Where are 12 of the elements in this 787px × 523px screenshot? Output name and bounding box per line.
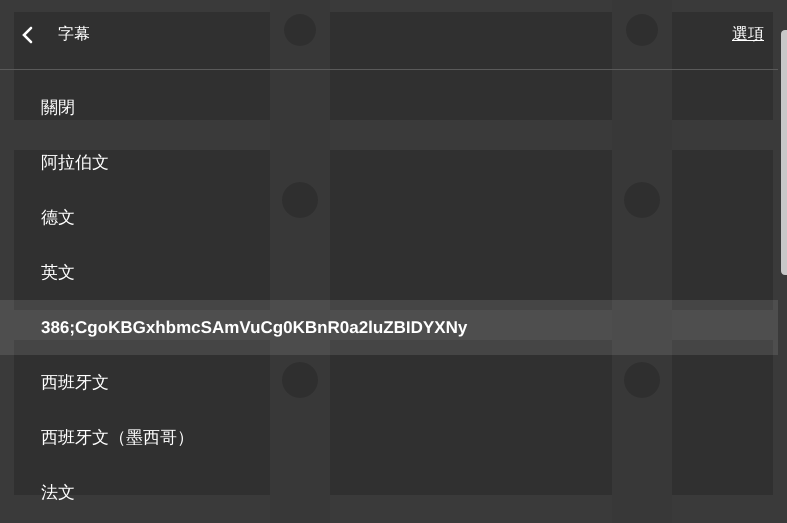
scrollbar-thumb[interactable] [781,30,787,275]
subtitle-option[interactable]: 德文 [0,190,778,245]
subtitle-option[interactable]: 關閉 [0,80,778,135]
subtitle-option[interactable]: 西班牙文 [0,355,778,410]
subtitle-option[interactable]: 阿拉伯文 [0,135,778,190]
subtitle-option[interactable]: 386;CgoKBGxhbmcSAmVuCg0KBnR0a2luZBIDYXNy [0,300,778,355]
menu-title: 字幕 [58,24,90,44]
subtitle-option[interactable]: 法文 [0,465,778,520]
subtitle-option[interactable]: 西班牙文（墨西哥） [0,410,778,465]
back-icon [21,26,33,44]
options-link[interactable]: 選項 [732,22,764,46]
subtitle-option[interactable]: 英文 [0,245,778,300]
